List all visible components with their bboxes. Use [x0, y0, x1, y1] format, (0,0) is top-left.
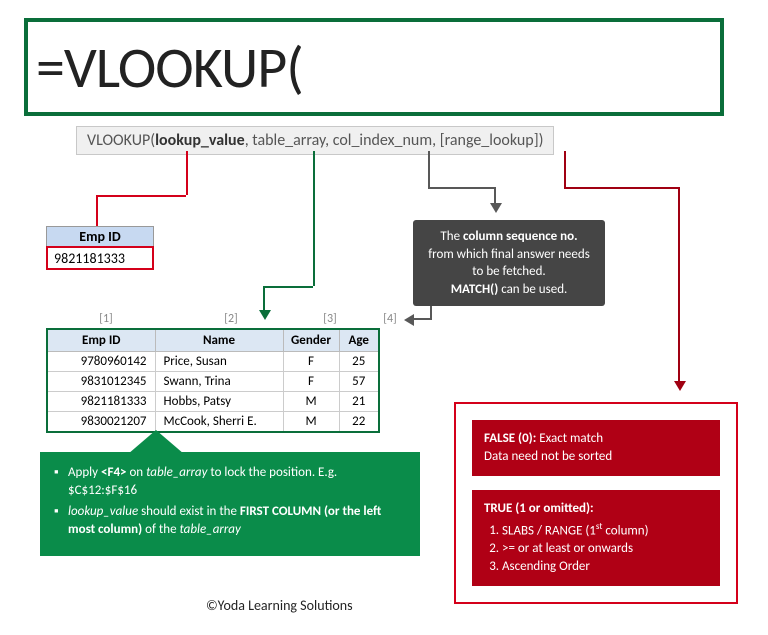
cell-age: 25	[339, 352, 379, 372]
connector-gray-h1	[428, 187, 494, 189]
table-row: 9780960142 Price, Susan F 25	[47, 352, 379, 372]
connector-red	[186, 151, 188, 195]
copyright: ©Yoda Learning Solutions	[206, 597, 353, 614]
cell-empid: 9830021207	[47, 412, 155, 433]
cell-name: Hobbs, Patsy	[155, 392, 283, 412]
cell-age: 57	[339, 372, 379, 392]
cell-gender: M	[283, 392, 339, 412]
cell-age: 21	[339, 392, 379, 412]
cell-empid: 9831012345	[47, 372, 155, 392]
true-item-2: >= or at least or onwards	[502, 540, 708, 558]
formula-box: =VLOOKUP(	[24, 18, 724, 116]
connector-darkred-v1	[564, 151, 566, 187]
cell-name: Price, Susan	[155, 352, 283, 372]
tooltip-fn: VLOOKUP	[87, 131, 150, 150]
range-lookup-box: FALSE (0): Exact match Data need not be …	[454, 402, 738, 604]
connector-gray-v1	[428, 151, 430, 187]
cell-age: 22	[339, 412, 379, 433]
tooltip-arg4: [range_lookup]	[440, 131, 539, 150]
function-tooltip: VLOOKUP(lookup_value, table_array, col_i…	[76, 126, 554, 155]
true-item-3: Ascending Order	[502, 558, 708, 576]
tooltip-arg1: lookup_value	[155, 131, 245, 150]
table-header-row: Emp ID Name Gender Age	[47, 329, 379, 352]
table-row: 9831012345 Swann, Trina F 57	[47, 372, 379, 392]
lookup-cell-value: 9821181333	[46, 246, 154, 270]
tooltip-arg3: col_index_num	[333, 131, 432, 150]
range-lookup-false: FALSE (0): Exact match Data need not be …	[472, 420, 720, 476]
column-index-labels: [1] [2] [3] [4]	[46, 312, 416, 326]
lookup-cell-header: Emp ID	[46, 226, 154, 247]
lookup-cell-box: Emp ID 9821181333	[46, 226, 154, 270]
connector-green-h	[263, 286, 313, 288]
connector-darkred-v2	[678, 187, 680, 387]
col-num-2: [2]	[166, 312, 296, 326]
cell-empid: 9821181333	[47, 392, 155, 412]
true-item-1: SLABS / RANGE (1st column)	[502, 521, 708, 541]
th-gender: Gender	[283, 329, 339, 352]
table-row: 9830021207 McCook, Sherri E. M 22	[47, 412, 379, 433]
formula-text: =VLOOKUP(	[36, 32, 303, 103]
col-num-3: [3]	[296, 312, 364, 326]
table-row: 9821181333 Hobbs, Patsy M 21	[47, 392, 379, 412]
cell-name: McCook, Sherri E.	[155, 412, 283, 433]
tip-line2: lookup_value should exist in the FIRST C…	[54, 503, 406, 538]
cell-name: Swann, Trina	[155, 372, 283, 392]
col-num-4: [4]	[364, 312, 416, 326]
cell-gender: F	[283, 372, 339, 392]
data-table: Emp ID Name Gender Age 9780960142 Price,…	[46, 328, 380, 433]
col-index-callout: The column sequence no. from which final…	[413, 220, 605, 306]
tooltip-arg2: table_array	[252, 131, 325, 150]
connector-darkred-h	[564, 187, 678, 189]
cell-gender: F	[283, 352, 339, 372]
th-name: Name	[155, 329, 283, 352]
th-empid: Emp ID	[47, 329, 155, 352]
cell-gender: M	[283, 412, 339, 433]
th-age: Age	[339, 329, 379, 352]
col-num-1: [1]	[46, 312, 166, 326]
range-lookup-true: TRUE (1 or omitted): SLABS / RANGE (1st …	[472, 490, 720, 586]
cell-empid: 9780960142	[47, 352, 155, 372]
connector-green-v	[313, 151, 315, 286]
table-array-tips: Apply <F4> on table_array to lock the po…	[40, 452, 420, 556]
connector-red-h	[96, 195, 186, 197]
connector-gray-v2	[494, 187, 496, 209]
tip-line1: Apply <F4> on table_array to lock the po…	[54, 464, 406, 499]
